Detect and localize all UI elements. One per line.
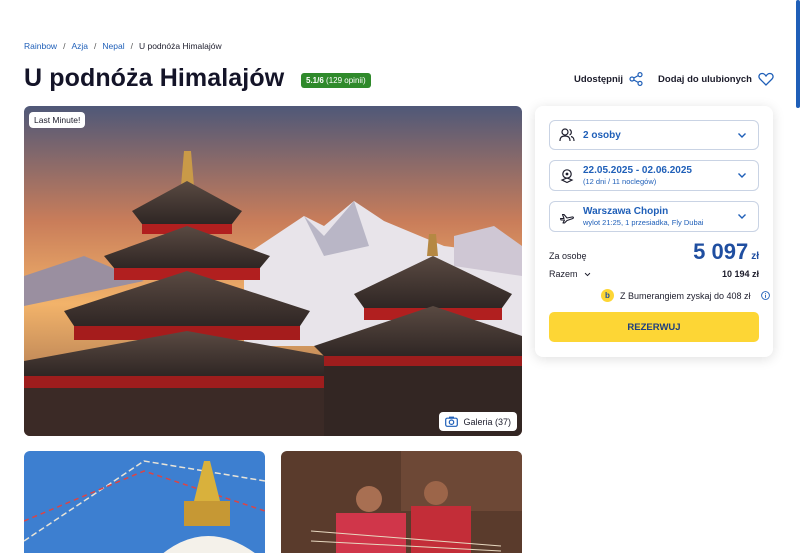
heart-icon: [758, 72, 774, 86]
breadcrumb-separator: /: [94, 41, 97, 51]
breadcrumb-current: U podnóża Himalajów: [138, 41, 222, 51]
favorite-label: Dodaj do ulubionych: [658, 73, 752, 85]
camera-icon: [445, 416, 459, 427]
chevron-down-icon: [738, 132, 746, 138]
persons-select[interactable]: 2 osoby: [549, 120, 759, 150]
total-label: Razem: [549, 269, 578, 279]
gallery-thumbnail-weavers[interactable]: [281, 451, 522, 553]
rating-score: 5.1/6: [306, 76, 324, 85]
header-actions: Udostępnij Dodaj do ulubionych: [574, 72, 774, 86]
info-icon[interactable]: [760, 291, 770, 300]
persons-value: 2 osoby: [583, 129, 621, 141]
share-button[interactable]: Udostępnij: [574, 72, 643, 86]
total-row: Razem 10 194 zł: [549, 269, 759, 279]
departure-select[interactable]: Warszawa Chopin wylot 21:25, 1 przesiadk…: [549, 201, 759, 232]
last-minute-badge: Last Minute!: [29, 112, 86, 128]
breadcrumb-rainbow[interactable]: Rainbow: [24, 41, 57, 51]
share-label: Udostępnij: [573, 73, 624, 85]
breadcrumb-azja[interactable]: Azja: [71, 41, 88, 51]
page-scrollbar[interactable]: [796, 0, 800, 108]
per-person-label: Za osobę: [549, 251, 587, 261]
booking-panel: 2 osoby 22.05.2025 - 02.06.2025 (12 dni …: [535, 106, 773, 357]
chevron-down-icon: [738, 214, 746, 219]
dates-value: 22.05.2025 - 02.06.2025: [583, 165, 692, 176]
thumbnail-photo-stupa: [24, 451, 265, 553]
flight-details: wylot 21:25, 1 przesiadka, Fly Dubai: [583, 218, 704, 227]
rating-badge[interactable]: 5.1/6 (129 opinii): [301, 73, 371, 88]
chevron-down-icon: [584, 272, 591, 277]
bumerang-logo-icon: b: [601, 289, 614, 302]
breadcrumb-separator: /: [130, 41, 133, 51]
calendar-icon: [560, 168, 574, 183]
airport-value: Warszawa Chopin: [583, 206, 669, 217]
share-icon: [629, 72, 643, 86]
bumerang-info: b Z Bumerangiem zyskaj do 408 zł: [601, 289, 770, 302]
per-person-price: 5 097 zł: [693, 239, 759, 265]
breadcrumb-nepal[interactable]: Nepal: [102, 41, 124, 51]
dates-duration: (12 dni / 11 noclegów): [583, 177, 657, 186]
gallery-label: Galeria (37): [463, 416, 511, 427]
rating-count: (129 opinii): [326, 76, 366, 85]
per-person-row: Za osobę 5 097 zł: [549, 239, 759, 265]
plane-icon: [559, 213, 574, 224]
hero-image[interactable]: Last Minute! Galeria (37): [24, 106, 522, 436]
thumbnail-photo-weavers: [281, 451, 522, 553]
total-value: 10 194 zł: [721, 269, 759, 279]
currency-label: zł: [751, 251, 759, 262]
breadcrumb: Rainbow / Azja / Nepal / U podnóża Himal…: [24, 41, 222, 51]
reserve-button[interactable]: REZERWUJ: [549, 312, 759, 342]
gallery-button[interactable]: Galeria (37): [439, 412, 517, 431]
favorite-button[interactable]: Dodaj do ulubionych: [658, 72, 774, 86]
hero-photo-temples: [24, 106, 522, 436]
bumerang-text: Z Bumerangiem zyskaj do 408 zł: [620, 290, 751, 301]
users-icon: [559, 128, 575, 142]
total-toggle[interactable]: Razem: [549, 269, 591, 279]
per-person-amount: 5 097: [693, 239, 749, 264]
chevron-down-icon: [738, 173, 746, 178]
page-title: U podnóża Himalajów: [24, 64, 285, 92]
gallery-thumbnail-stupa[interactable]: [24, 451, 265, 553]
breadcrumb-separator: /: [63, 41, 66, 51]
dates-select[interactable]: 22.05.2025 - 02.06.2025 (12 dni / 11 noc…: [549, 160, 759, 191]
